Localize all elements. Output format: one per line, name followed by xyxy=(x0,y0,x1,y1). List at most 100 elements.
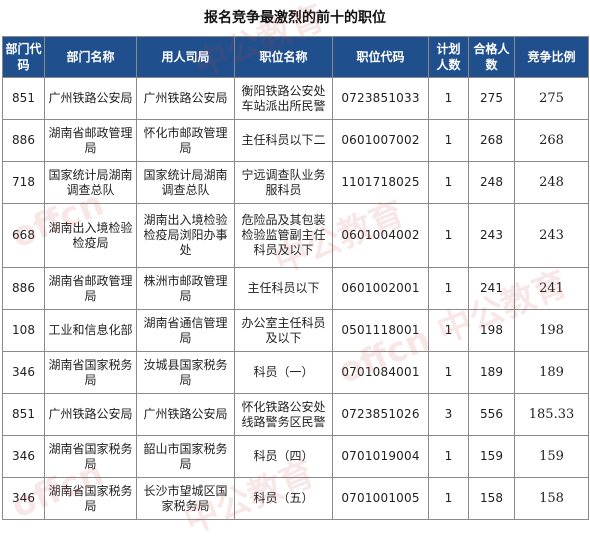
cell-dept-name: 国家统计局湖南调查总队 xyxy=(44,161,137,204)
cell-dept-name: 湖南省邮政管理局 xyxy=(44,119,137,162)
cell-plan: 1 xyxy=(428,203,469,268)
cell-bureau: 长沙市望城区国家税务局 xyxy=(136,477,235,520)
cell-pos-code: 0601002001 xyxy=(332,267,429,310)
cell-position: 危险品及其包装检验监管副主任科员及以下 xyxy=(234,203,333,268)
table-row: 346 湖南省国家税务局 汝城县国家税务局 科员（一） 0701084001 1 189 18… xyxy=(2,351,589,394)
cell-bureau: 株洲市邮政管理局 xyxy=(136,267,235,310)
cell-dept-code: 668 xyxy=(2,203,45,268)
cell-qualified: 275 xyxy=(468,77,515,120)
cell-ratio: 248 xyxy=(514,161,589,204)
table-row: 851 广州铁路公安局 广州铁路公安局 衡阳铁路公安处车站派出所民警 072385103… xyxy=(2,77,589,120)
cell-dept-name: 湖南省邮政管理局 xyxy=(44,267,137,310)
cell-qualified: 241 xyxy=(468,267,515,310)
cell-dept-code: 108 xyxy=(2,309,45,352)
cell-bureau: 广州铁路公安局 xyxy=(136,77,235,120)
cell-ratio: 198 xyxy=(514,309,589,352)
cell-bureau: 汝城县国家税务局 xyxy=(136,351,235,394)
cell-plan: 1 xyxy=(428,435,469,478)
header-bureau: 用人司局 xyxy=(136,36,235,78)
cell-dept-code: 886 xyxy=(2,119,45,162)
cell-qualified: 556 xyxy=(468,393,515,436)
positions-table: 部门代码 部门名称 用人司局 职位名称 职位代码 计划人数 合格人数 竞争比例 … xyxy=(2,36,589,520)
cell-qualified: 198 xyxy=(468,309,515,352)
cell-ratio: 185.33 xyxy=(514,393,589,436)
cell-bureau: 怀化市邮政管理局 xyxy=(136,119,235,162)
cell-pos-code: 0601004002 xyxy=(332,203,429,268)
cell-plan: 3 xyxy=(428,393,469,436)
cell-pos-code: 0701001005 xyxy=(332,477,429,520)
cell-dept-name: 广州铁路公安局 xyxy=(44,393,137,436)
cell-position: 办公室主任科员及以下 xyxy=(234,309,333,352)
header-position: 职位名称 xyxy=(234,36,333,78)
cell-dept-name: 广州铁路公安局 xyxy=(44,77,137,120)
cell-qualified: 248 xyxy=(468,161,515,204)
header-ratio: 竞争比例 xyxy=(514,36,589,78)
cell-dept-code: 346 xyxy=(2,351,45,394)
table-row: 668 湖南出入境检验检疫局 湖南出入境检验检疫局浏阳办事处 危险品及其包装检验监管副… xyxy=(2,203,589,268)
cell-qualified: 159 xyxy=(468,435,515,478)
cell-position: 科员（一） xyxy=(234,351,333,394)
cell-position: 主任科员以下二 xyxy=(234,119,333,162)
cell-position: 科员（五） xyxy=(234,477,333,520)
cell-pos-code: 0701019004 xyxy=(332,435,429,478)
header-plan: 计划人数 xyxy=(428,36,469,78)
table-row: 886 湖南省邮政管理局 怀化市邮政管理局 主任科员以下二 0601007002 1 268… xyxy=(2,119,589,162)
table-title: 报名竞争最激烈的前十的职位 xyxy=(204,10,386,26)
table-row: 886 湖南省邮政管理局 株洲市邮政管理局 主任科员以下 0601002001 1 241 2… xyxy=(2,267,589,310)
cell-plan: 1 xyxy=(428,77,469,120)
cell-pos-code: 0701084001 xyxy=(332,351,429,394)
cell-ratio: 159 xyxy=(514,435,589,478)
cell-dept-code: 886 xyxy=(2,267,45,310)
cell-plan: 1 xyxy=(428,119,469,162)
cell-ratio: 243 xyxy=(514,203,589,268)
cell-plan: 1 xyxy=(428,351,469,394)
table-row: 346 湖南省国家税务局 长沙市望城区国家税务局 科员（五） 0701001005 1 15… xyxy=(2,477,589,520)
cell-bureau: 韶山市国家税务局 xyxy=(136,435,235,478)
header-dept-code: 部门代码 xyxy=(2,36,45,78)
cell-qualified: 243 xyxy=(468,203,515,268)
cell-dept-code: 851 xyxy=(2,393,45,436)
cell-dept-name: 工业和信息化部 xyxy=(44,309,137,352)
cell-qualified: 268 xyxy=(468,119,515,162)
cell-ratio: 241 xyxy=(514,267,589,310)
cell-plan: 1 xyxy=(428,309,469,352)
cell-position: 衡阳铁路公安处车站派出所民警 xyxy=(234,77,333,120)
table-row: 346 湖南省国家税务局 韶山市国家税务局 科员（四） 0701019004 1 159 15… xyxy=(2,435,589,478)
cell-qualified: 189 xyxy=(468,351,515,394)
cell-bureau: 国家统计局湖南调查总队 xyxy=(136,161,235,204)
header-row: 部门代码 部门名称 用人司局 职位名称 职位代码 计划人数 合格人数 竞争比例 xyxy=(2,36,589,78)
cell-pos-code: 0723851026 xyxy=(332,393,429,436)
cell-plan: 1 xyxy=(428,161,469,204)
cell-dept-code: 851 xyxy=(2,77,45,120)
cell-bureau: 湖南出入境检验检疫局浏阳办事处 xyxy=(136,203,235,268)
cell-ratio: 268 xyxy=(514,119,589,162)
cell-pos-code: 0723851033 xyxy=(332,77,429,120)
cell-ratio: 275 xyxy=(514,77,589,120)
cell-position: 怀化铁路公安处线路警务区民警 xyxy=(234,393,333,436)
cell-pos-code: 1101718025 xyxy=(332,161,429,204)
table-row: 718 国家统计局湖南调查总队 国家统计局湖南调查总队 宁远调查队业务服科员 11017… xyxy=(2,161,589,204)
cell-pos-code: 0601007002 xyxy=(332,119,429,162)
cell-plan: 1 xyxy=(428,267,469,310)
cell-dept-code: 718 xyxy=(2,161,45,204)
cell-position: 科员（四） xyxy=(234,435,333,478)
table-row: 108 工业和信息化部 湖南省通信管理局 办公室主任科员及以下 0501118001 1 1… xyxy=(2,309,589,352)
cell-bureau: 湖南省通信管理局 xyxy=(136,309,235,352)
header-dept-name: 部门名称 xyxy=(44,36,137,78)
cell-ratio: 189 xyxy=(514,351,589,394)
cell-qualified: 158 xyxy=(468,477,515,520)
cell-dept-name: 湖南省国家税务局 xyxy=(44,435,137,478)
cell-dept-name: 湖南省国家税务局 xyxy=(44,477,137,520)
header-pos-code: 职位代码 xyxy=(332,36,429,78)
cell-dept-name: 湖南省国家税务局 xyxy=(44,351,137,394)
cell-position: 主任科员以下 xyxy=(234,267,333,310)
header-qualified: 合格人数 xyxy=(468,36,515,78)
table-row: 851 广州铁路公安局 广州铁路公安局 怀化铁路公安处线路警务区民警 072385102… xyxy=(2,393,589,436)
cell-dept-code: 346 xyxy=(2,435,45,478)
cell-ratio: 158 xyxy=(514,477,589,520)
cell-bureau: 广州铁路公安局 xyxy=(136,393,235,436)
cell-dept-name: 湖南出入境检验检疫局 xyxy=(44,203,137,268)
cell-position: 宁远调查队业务服科员 xyxy=(234,161,333,204)
cell-dept-code: 346 xyxy=(2,477,45,520)
cell-pos-code: 0501118001 xyxy=(332,309,429,352)
